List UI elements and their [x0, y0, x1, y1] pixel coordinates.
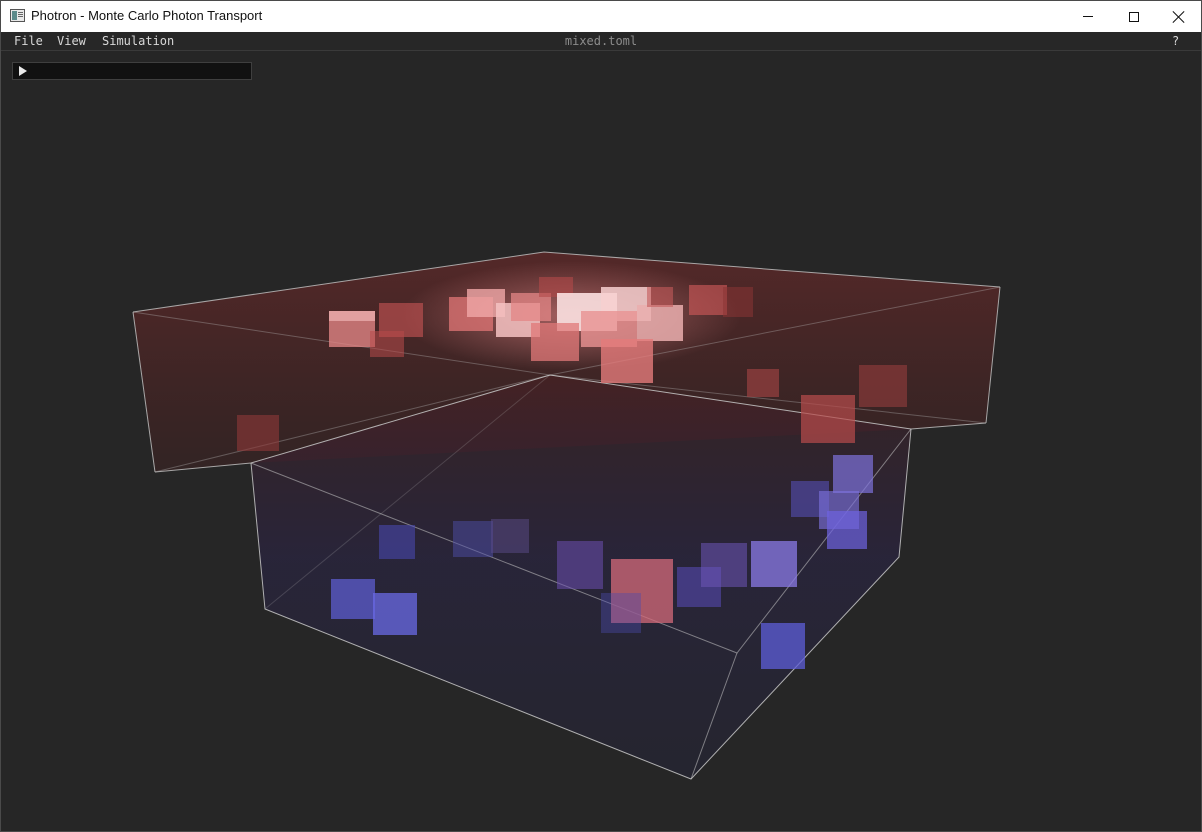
app-window: Photron - Monte Carlo Photon Transport m…	[0, 0, 1202, 832]
window-title: Photron - Monte Carlo Photon Transport	[31, 8, 263, 23]
voxel-cube	[859, 365, 907, 407]
play-icon[interactable]	[19, 66, 27, 76]
menu-view[interactable]: View	[57, 34, 86, 48]
maximize-button[interactable]	[1111, 1, 1157, 32]
app-icon	[10, 9, 25, 22]
voxel-cube	[511, 293, 551, 321]
voxel-cube	[601, 339, 653, 383]
voxel-cube	[701, 543, 747, 587]
title-bar[interactable]: Photron - Monte Carlo Photon Transport	[1, 1, 1201, 32]
close-button[interactable]	[1156, 1, 1202, 32]
voxel-cube	[601, 593, 641, 633]
voxel-cube	[453, 521, 493, 557]
voxel-cube	[689, 285, 727, 315]
voxel-cube	[801, 395, 855, 443]
voxel-cube	[531, 323, 579, 361]
maximize-icon	[1129, 11, 1139, 22]
voxel-cube	[747, 369, 779, 397]
menu-bar: mixed.toml File View Simulation ?	[1, 32, 1201, 51]
volume-render[interactable]	[1, 51, 1201, 831]
voxel-cube	[329, 311, 375, 347]
voxel-cube	[833, 455, 873, 493]
voxel-cube	[237, 415, 279, 451]
3d-viewport[interactable]	[1, 51, 1201, 831]
menu-simulation[interactable]: Simulation	[102, 34, 174, 48]
menu-file[interactable]: File	[14, 34, 43, 48]
close-icon	[1173, 11, 1185, 23]
voxel-cube	[751, 541, 797, 587]
voxel-cube	[491, 519, 529, 553]
voxel-cube	[379, 525, 415, 559]
voxel-cube	[637, 305, 683, 341]
loaded-file-name: mixed.toml	[564, 34, 638, 48]
voxel-cube	[331, 579, 375, 619]
voxel-cube	[370, 331, 404, 357]
voxel-cube	[557, 541, 603, 589]
minimize-button[interactable]	[1065, 1, 1111, 32]
voxel-cube	[373, 593, 417, 635]
voxel-cube	[761, 623, 805, 669]
voxel-cube	[723, 287, 753, 317]
voxel-cube	[827, 511, 867, 549]
help-button[interactable]: ?	[1172, 34, 1179, 48]
minimize-icon	[1083, 16, 1093, 17]
playback-bar[interactable]	[12, 62, 252, 80]
voxel-cube	[647, 287, 673, 307]
